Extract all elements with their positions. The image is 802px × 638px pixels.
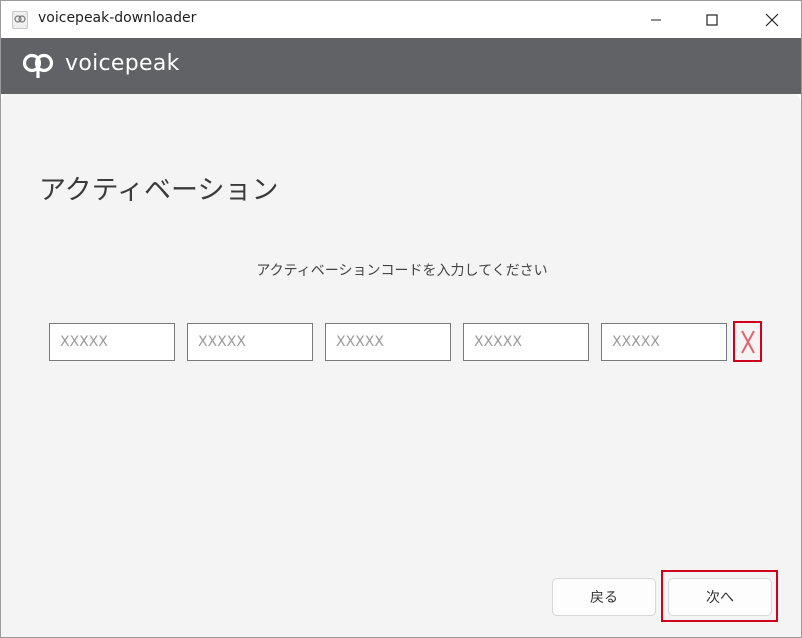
maximize-button[interactable] (689, 1, 735, 38)
voicepeak-logo-icon (22, 53, 54, 78)
instruction-text: アクティベーションコードを入力してください (256, 263, 548, 279)
activation-code-field-2[interactable] (187, 323, 313, 361)
window-title: voicepeak-downloader (38, 10, 197, 26)
activation-code-field-3[interactable] (325, 323, 451, 361)
brand-name: voicepeak (65, 51, 180, 76)
activation-code-field-1[interactable] (49, 323, 175, 361)
title-bar: voicepeak-downloader (1, 1, 801, 38)
main-content: アクティベーション アクティベーションコードを入力してください 戻る 次へ (1, 94, 801, 637)
clear-code-button[interactable] (733, 321, 762, 362)
activation-code-field-4[interactable] (463, 323, 589, 361)
clear-x-icon (740, 330, 755, 353)
page-title: アクティベーション (39, 175, 279, 206)
app-window: voicepeak-downloader voicepeak アクティベーション… (0, 0, 802, 638)
close-button[interactable] (749, 1, 795, 38)
close-icon (765, 13, 779, 26)
next-button[interactable]: 次へ (668, 578, 772, 616)
minimize-icon (651, 19, 661, 20)
app-header: voicepeak (1, 38, 801, 94)
maximize-icon (706, 13, 718, 26)
minimize-button[interactable] (633, 1, 679, 38)
activation-code-field-5[interactable] (601, 323, 727, 361)
app-icon (12, 11, 28, 29)
back-button[interactable]: 戻る (552, 578, 656, 616)
